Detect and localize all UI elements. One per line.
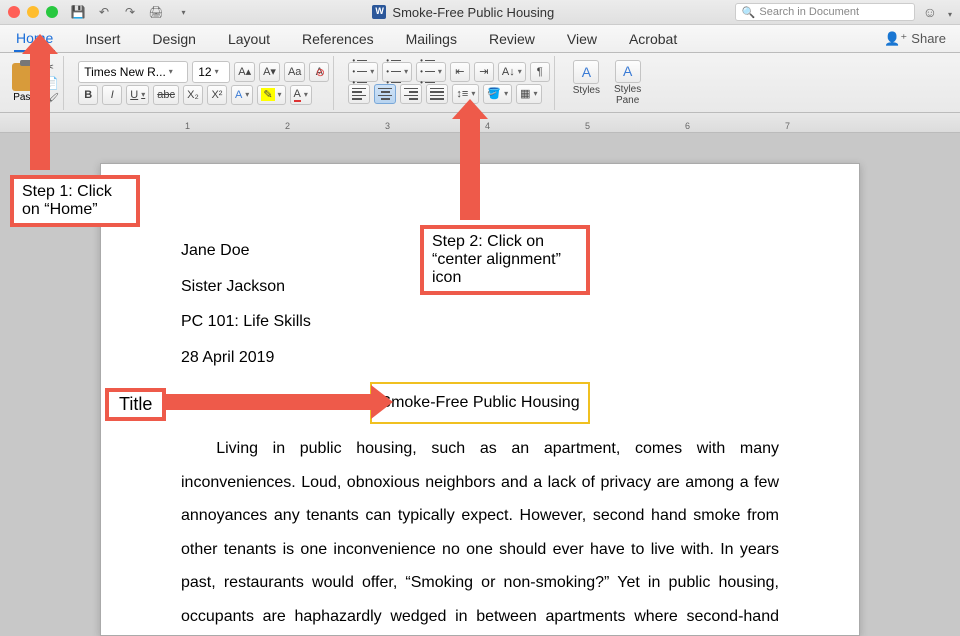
font-size-select[interactable]: 12 bbox=[192, 61, 230, 83]
grow-font-icon[interactable]: A▴ bbox=[234, 62, 255, 82]
undo-icon[interactable]: ↶ bbox=[94, 3, 114, 21]
paragraph-group: ⇤ ⇥ A↓ ¶ ↕≡ 🪣 ▦ bbox=[344, 56, 554, 110]
tab-insert[interactable]: Insert bbox=[83, 27, 122, 51]
search-icon: 🔍 bbox=[742, 6, 756, 19]
font-color-icon[interactable]: A bbox=[290, 85, 312, 105]
annotation-step2: Step 2: Click on “center alignment” icon bbox=[420, 225, 590, 295]
underline-button[interactable]: U bbox=[126, 85, 149, 105]
borders-icon[interactable]: ▦ bbox=[516, 84, 541, 104]
document-title: Smoke-Free Public Housing bbox=[392, 5, 554, 20]
styles-pane-button[interactable]: A Styles Pane bbox=[610, 58, 645, 108]
feedback-icon[interactable]: ☺ bbox=[923, 4, 937, 20]
align-center-button[interactable] bbox=[374, 84, 396, 104]
decrease-indent-icon[interactable]: ⇤ bbox=[450, 62, 470, 82]
strikethrough-button[interactable]: abc bbox=[153, 85, 179, 105]
styles-button[interactable]: A Styles bbox=[569, 58, 604, 108]
styles-label: Styles bbox=[573, 85, 600, 96]
document-area: Jane Doe Sister Jackson PC 101: Life Ski… bbox=[0, 133, 960, 636]
increase-indent-icon[interactable]: ⇥ bbox=[474, 62, 494, 82]
quick-access-toolbar: 💾 ↶ ↷ 🖨 bbox=[68, 3, 192, 21]
tab-layout[interactable]: Layout bbox=[226, 27, 272, 51]
tab-mailings[interactable]: Mailings bbox=[404, 27, 459, 51]
word-document-icon bbox=[372, 5, 386, 19]
bullets-icon[interactable] bbox=[348, 62, 378, 82]
search-input[interactable]: 🔍 Search in Document bbox=[735, 3, 915, 21]
search-placeholder: Search in Document bbox=[759, 6, 859, 18]
feedback-dropdown[interactable] bbox=[945, 4, 952, 20]
ruler-tick: 7 bbox=[785, 121, 790, 131]
tab-design[interactable]: Design bbox=[150, 27, 198, 51]
ruler-tick: 1 bbox=[185, 121, 190, 131]
font-name-select[interactable]: Times New R... bbox=[78, 61, 188, 83]
clear-formatting-icon[interactable]: A⊘ bbox=[309, 62, 329, 82]
change-case-icon[interactable]: Aa bbox=[284, 62, 305, 82]
styles-icon: A bbox=[573, 60, 599, 84]
print-icon[interactable]: 🖨 bbox=[146, 3, 166, 21]
ruler-tick: 5 bbox=[585, 121, 590, 131]
annotation-step1: Step 1: Click on “Home” bbox=[10, 175, 140, 227]
annotation-arrow-step1 bbox=[30, 50, 50, 170]
annotation-title-label: Title bbox=[105, 388, 166, 421]
redo-icon[interactable]: ↷ bbox=[120, 3, 140, 21]
bold-button[interactable]: B bbox=[78, 85, 98, 105]
ruler-tick: 4 bbox=[485, 121, 490, 131]
tab-acrobat[interactable]: Acrobat bbox=[627, 27, 679, 51]
share-icon: 👤⁺ bbox=[884, 31, 907, 47]
annotation-arrow-step2 bbox=[460, 115, 480, 220]
shrink-font-icon[interactable]: A▾ bbox=[259, 62, 280, 82]
ruler-tick: 2 bbox=[285, 121, 290, 131]
zoom-button[interactable] bbox=[46, 6, 58, 18]
tab-review[interactable]: Review bbox=[487, 27, 537, 51]
multilevel-list-icon[interactable] bbox=[416, 62, 446, 82]
tab-references[interactable]: References bbox=[300, 27, 376, 51]
styles-pane-label: Styles Pane bbox=[614, 84, 641, 106]
show-marks-icon[interactable]: ¶ bbox=[530, 62, 550, 82]
italic-button[interactable]: I bbox=[102, 85, 122, 105]
window-controls bbox=[8, 6, 58, 18]
ruler-tick: 3 bbox=[385, 121, 390, 131]
share-label: Share bbox=[911, 31, 946, 46]
minimize-button[interactable] bbox=[27, 6, 39, 18]
header-line-course: PC 101: Life Skills bbox=[181, 305, 779, 339]
superscript-button[interactable]: X² bbox=[207, 85, 227, 105]
document-body: Living in public housing, such as an apa… bbox=[181, 432, 779, 636]
font-group: Times New R... 12 A▴ A▾ Aa A⊘ B I U abc … bbox=[74, 56, 334, 110]
ribbon-tabs: Home Insert Design Layout References Mai… bbox=[0, 25, 960, 53]
header-line-date: 28 April 2019 bbox=[181, 341, 779, 375]
sort-icon[interactable]: A↓ bbox=[498, 62, 526, 82]
highlight-icon[interactable]: ✎ bbox=[257, 85, 285, 105]
align-right-button[interactable] bbox=[400, 84, 422, 104]
annotation-arrow-title bbox=[165, 394, 375, 410]
numbering-icon[interactable] bbox=[382, 62, 412, 82]
qat-dropdown[interactable] bbox=[172, 3, 192, 21]
styles-group: A Styles A Styles Pane bbox=[565, 56, 649, 110]
share-button[interactable]: 👤⁺ Share bbox=[884, 31, 946, 47]
text-effects-icon[interactable]: A bbox=[231, 85, 253, 105]
ruler-tick: 6 bbox=[685, 121, 690, 131]
close-button[interactable] bbox=[8, 6, 20, 18]
subscript-button[interactable]: X₂ bbox=[183, 85, 203, 105]
styles-pane-icon: A bbox=[615, 60, 641, 83]
title-highlight: Smoke-Free Public Housing bbox=[370, 382, 589, 424]
tab-view[interactable]: View bbox=[565, 27, 599, 51]
save-icon[interactable]: 💾 bbox=[68, 3, 88, 21]
align-justify-button[interactable] bbox=[426, 84, 448, 104]
align-left-button[interactable] bbox=[348, 84, 370, 104]
titlebar: 💾 ↶ ↷ 🖨 Smoke-Free Public Housing 🔍 Sear… bbox=[0, 0, 960, 25]
